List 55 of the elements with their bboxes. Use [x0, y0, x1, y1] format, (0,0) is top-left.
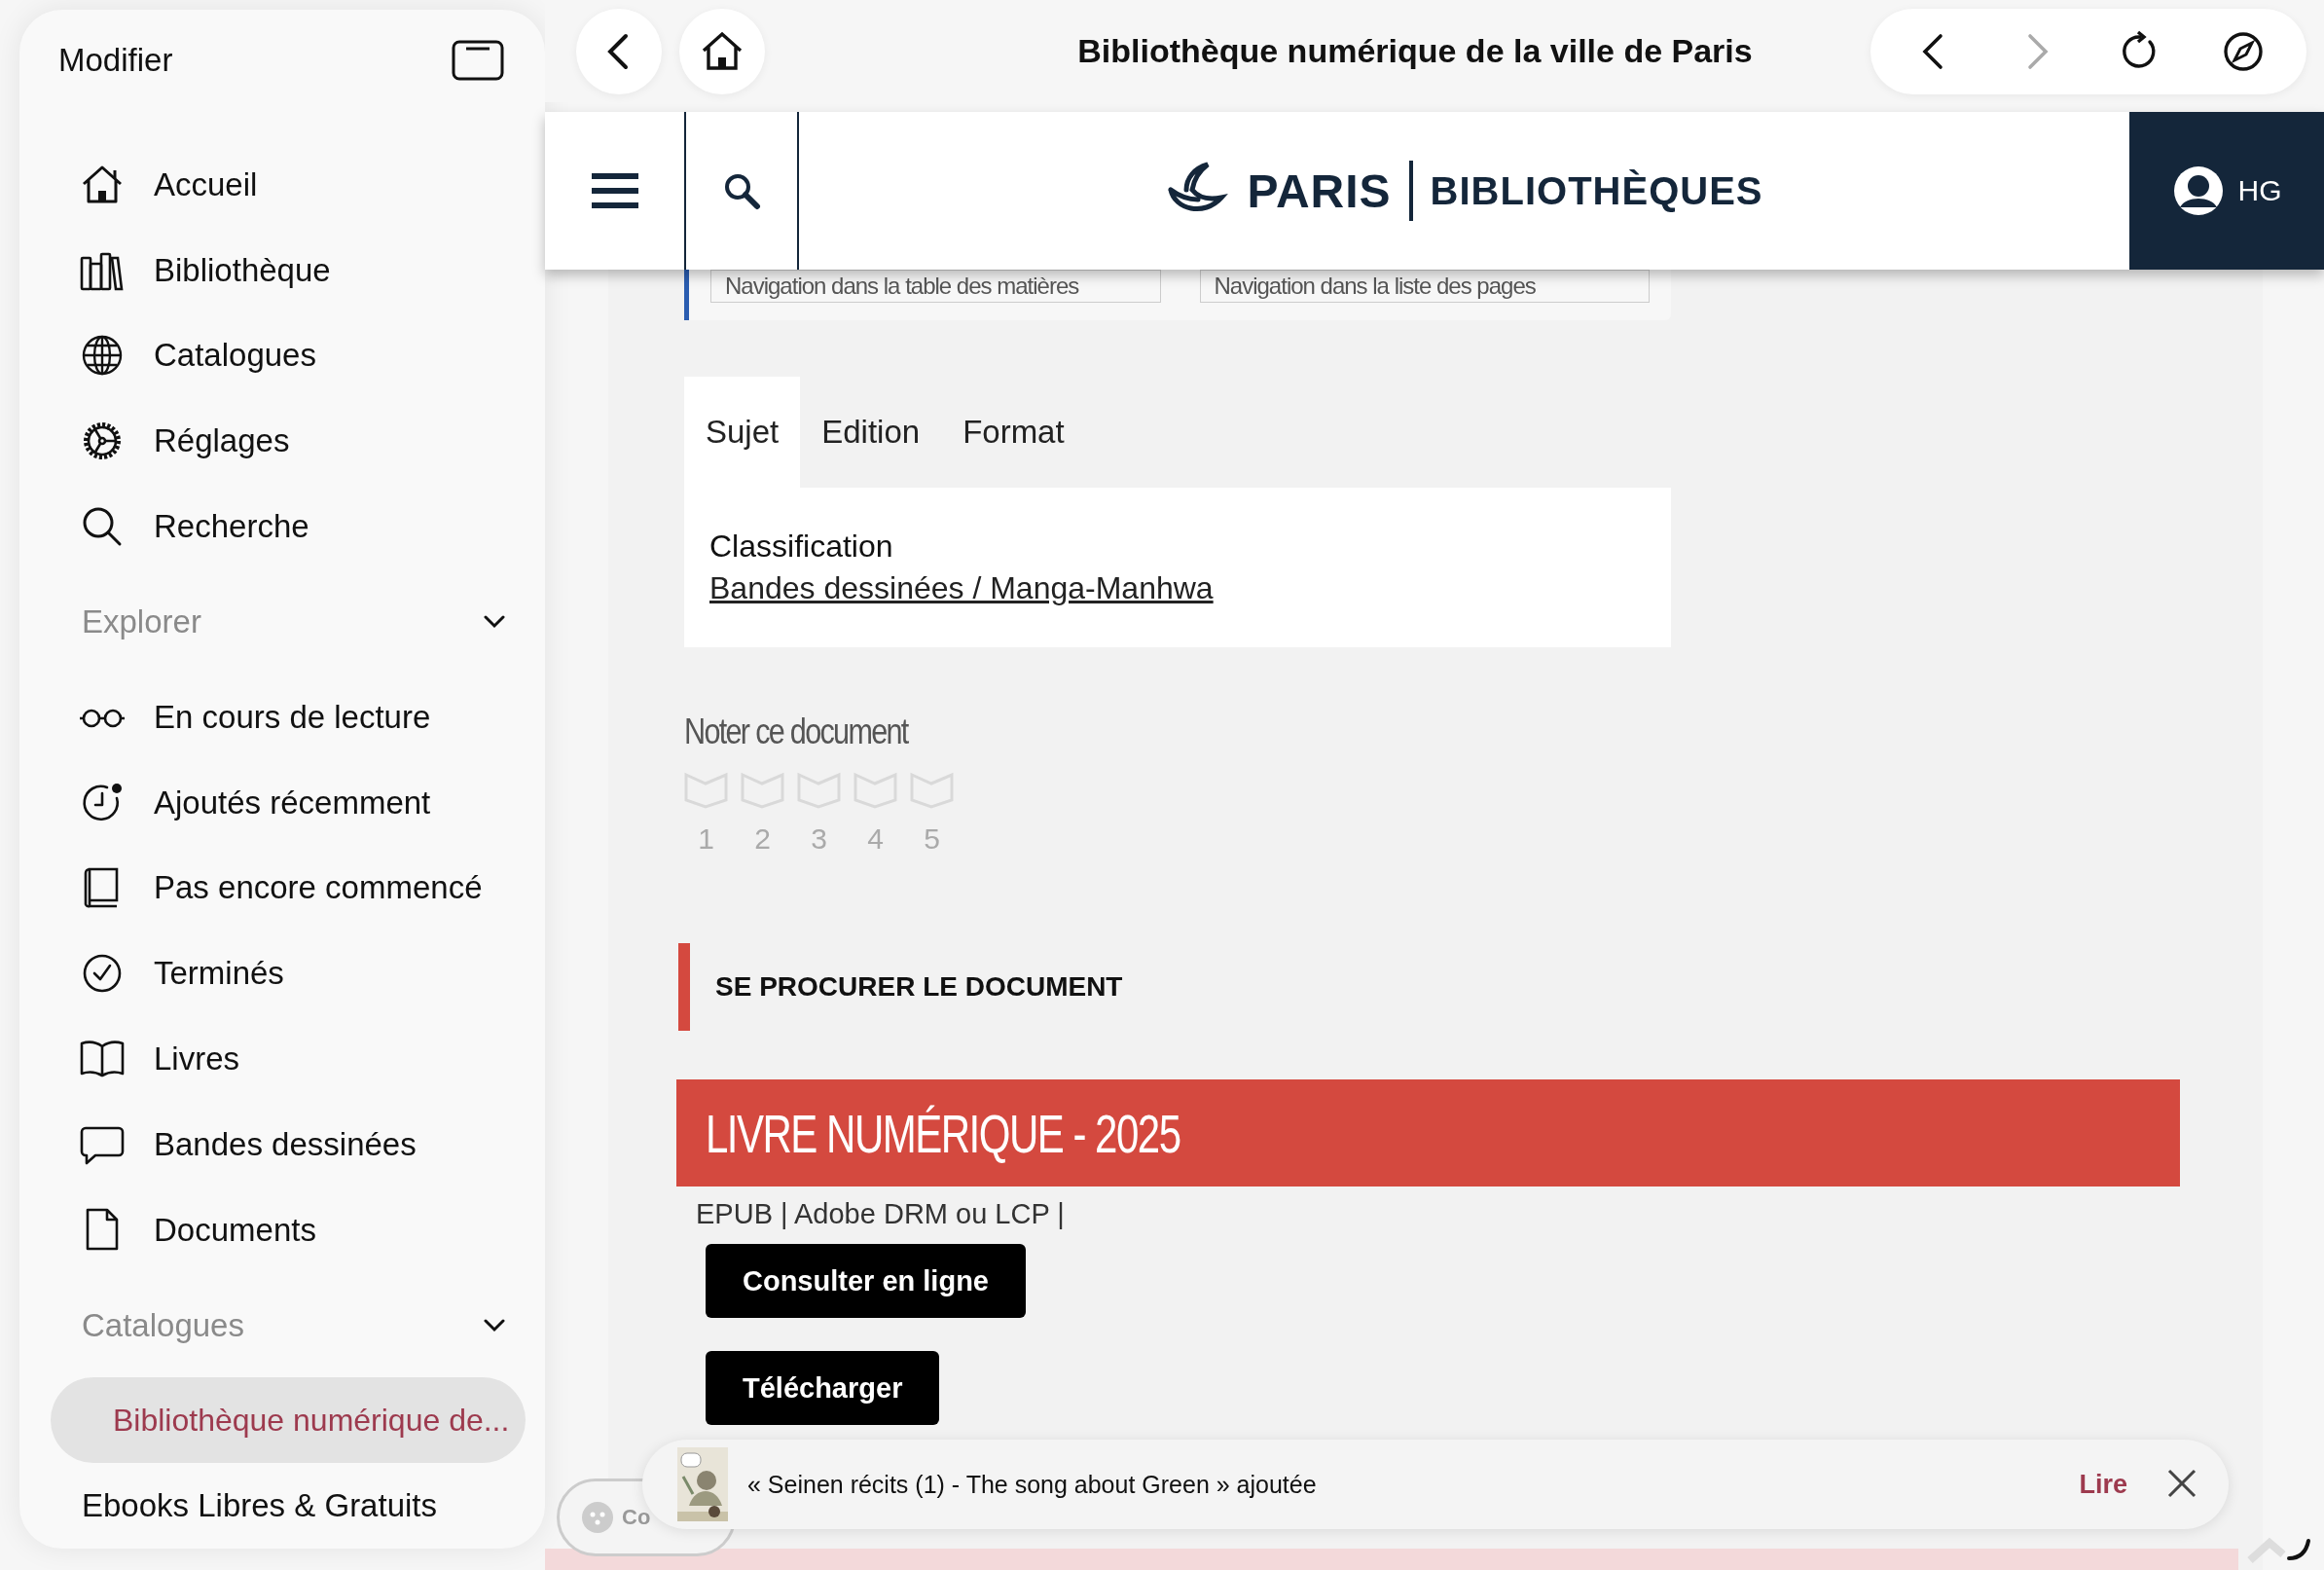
- sidebar-item[interactable]: Recherche: [19, 484, 545, 570]
- search-button[interactable]: [684, 112, 799, 270]
- section-heading: Catalogues: [82, 1306, 244, 1344]
- sidebar-item[interactable]: Catalogues: [19, 312, 545, 399]
- rating-marker-icon[interactable]: [741, 770, 784, 809]
- rating-marker-icon[interactable]: [853, 770, 897, 809]
- section-heading: Explorer: [82, 602, 201, 640]
- navigation-field[interactable]: Navigation dans la liste des pages: [1199, 270, 1650, 303]
- offer-title: LIVRE NUMÉRIQUE - 2025: [706, 1101, 1180, 1165]
- rating-number: 4: [866, 822, 885, 856]
- classification-label: Classification: [709, 529, 894, 565]
- tab[interactable]: Format: [941, 377, 1086, 488]
- read-button[interactable]: Lire: [2079, 1469, 2127, 1500]
- sidebar-item[interactable]: Livres: [19, 1016, 545, 1102]
- chevron-down-icon[interactable]: [483, 1317, 506, 1333]
- search-icon[interactable]: [722, 171, 761, 210]
- sidebar-toggle-icon[interactable]: [452, 39, 504, 81]
- sidebar-item[interactable]: Accueil: [19, 141, 545, 228]
- user-account-button[interactable]: HG: [2129, 112, 2324, 270]
- sidebar-item[interactable]: Bibliothèque: [19, 227, 545, 313]
- page-title: Bibliothèque numérique de la ville de Paris: [1076, 32, 1754, 70]
- chevron-down-icon[interactable]: [483, 613, 506, 630]
- action-button[interactable]: Consulter en ligne: [706, 1244, 1026, 1318]
- tab[interactable]: Sujet: [684, 377, 801, 488]
- rating-marker-icon[interactable]: [797, 770, 841, 809]
- sidebar-item[interactable]: Ebooks Libres & Gratuits: [19, 1463, 545, 1550]
- logo-section-text: BIBLIOTHÈQUES: [1430, 168, 1763, 213]
- edit-label[interactable]: Modifier: [58, 41, 173, 79]
- rating-marker-icon[interactable]: [910, 770, 954, 809]
- sidebar-item[interactable]: Documents: [19, 1187, 545, 1273]
- format-info: EPUB | Adobe DRM ou LCP |: [696, 1198, 1065, 1230]
- rating-number: 2: [753, 822, 772, 856]
- classification-link[interactable]: Bandes dessinées / Manga-Manhwa: [709, 570, 1214, 605]
- sidebar-item[interactable]: Ajoutés récemment: [19, 759, 545, 846]
- rating-number: 3: [810, 822, 828, 856]
- rating-marker-icon[interactable]: [684, 770, 728, 809]
- toast-message: « Seinen récits (1) - The song about Green » ajoutée: [747, 1470, 1318, 1499]
- menu-icon[interactable]: [589, 171, 640, 210]
- sidebar-item[interactable]: Bandes dessinées: [19, 1101, 545, 1187]
- sidebar-item[interactable]: Terminés: [19, 931, 545, 1017]
- navigation-field[interactable]: Navigation dans la table des matières: [710, 270, 1161, 303]
- user-avatar-icon[interactable]: [2171, 164, 2225, 217]
- rating-number: 1: [697, 822, 715, 856]
- section-title: SE PROCURER LE DOCUMENT: [715, 971, 1123, 1003]
- sidebar-item[interactable]: Réglages: [19, 398, 545, 485]
- rating-title: Noter ce document: [684, 712, 908, 752]
- logo-city-text: PARIS: [1247, 164, 1392, 218]
- rating-number: 5: [923, 822, 941, 856]
- sidebar-item[interactable]: En cours de lecture: [19, 674, 545, 760]
- action-button[interactable]: Télécharger: [706, 1351, 940, 1425]
- sidebar-item[interactable]: Pas encore commencé: [19, 845, 545, 931]
- sidebar-item[interactable]: Bibliothèque numérique de...: [51, 1377, 526, 1464]
- tab[interactable]: Edition: [800, 377, 942, 488]
- compass-icon[interactable]: [2222, 29, 2265, 73]
- dots-icon: [581, 1501, 614, 1534]
